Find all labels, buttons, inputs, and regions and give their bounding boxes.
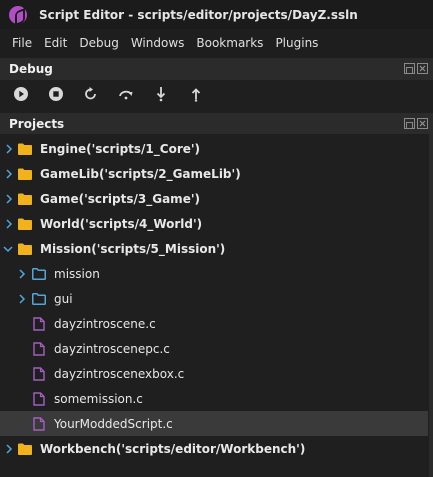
folder-icon [32,267,46,280]
menu-debug[interactable]: Debug [73,36,124,50]
tree-item-label: Mission('scripts/5_Mission') [40,241,226,256]
tree-item-label: somemission.c [54,391,143,406]
tree-item-file[interactable]: dayzintroscenexbox.c [0,361,428,386]
stop-icon[interactable] [47,85,65,103]
tree-item-file[interactable]: somemission.c [0,386,428,411]
projects-tree: Engine('scripts/1_Core') GameLib('script… [0,134,433,477]
chevron-right-icon[interactable] [4,443,14,454]
chevron-down-icon[interactable] [3,244,13,254]
tree-item-label: dayzintroscenexbox.c [54,366,185,381]
tree-item-mission-project[interactable]: Mission('scripts/5_Mission') [0,236,428,261]
chevron-right-icon[interactable] [4,218,14,229]
tree-item-label: World('scripts/4_World') [40,216,203,231]
script-file-icon [33,366,45,381]
tree-item-label: Engine('scripts/1_Core') [40,141,201,156]
script-editor-logo-icon [9,5,27,24]
menu-edit[interactable]: Edit [38,36,73,50]
tree-scrollbar[interactable] [429,134,433,477]
debug-toolbar [0,80,433,108]
script-file-icon [33,391,45,406]
script-file-icon [33,341,45,356]
debug-float-icon[interactable] [404,63,415,74]
menu-bar: File Edit Debug Windows Bookmarks Plugin… [0,29,433,57]
tree-item-engine[interactable]: Engine('scripts/1_Core') [0,136,428,161]
tree-item-label: dayzintroscenepc.c [54,341,170,356]
menu-bookmarks[interactable]: Bookmarks [190,36,269,50]
project-folder-icon [18,243,32,255]
tree-item-gamelib[interactable]: GameLib('scripts/2_GameLib') [0,161,428,186]
tree-item-label: YourModdedScript.c [54,416,173,431]
tree-item-workbench[interactable]: Workbench('scripts/editor/Workbench') [0,436,428,461]
project-folder-icon [18,218,32,230]
folder-icon [32,292,46,305]
project-folder-icon [18,193,32,205]
tree-item-label: dayzintroscene.c [54,316,156,331]
step-over-icon[interactable] [117,85,135,103]
step-out-icon[interactable] [187,85,205,103]
chevron-right-icon[interactable] [17,268,27,279]
tree-item-game[interactable]: Game('scripts/3_Game') [0,186,428,211]
play-icon[interactable] [12,85,30,103]
tree-item-label: Workbench('scripts/editor/Workbench') [40,441,306,456]
chevron-right-icon[interactable] [17,293,27,304]
debug-panel-title: Debug [9,62,53,76]
tree-item-file[interactable]: dayzintroscene.c [0,311,428,336]
title-bar: Script Editor - scripts/editor/projects/… [0,0,433,29]
restart-icon[interactable] [82,85,100,103]
project-folder-icon [18,168,32,180]
menu-windows[interactable]: Windows [125,36,191,50]
projects-panel-header: Projects [0,113,433,135]
project-folder-icon [18,143,32,155]
script-file-icon [33,316,45,331]
tree-item-label: gui [54,291,73,306]
tree-item-label: GameLib('scripts/2_GameLib') [40,166,241,181]
menu-plugins[interactable]: Plugins [269,36,324,50]
debug-close-icon[interactable] [417,63,428,74]
tree-item-gui-folder[interactable]: gui [0,286,428,311]
tree-item-label: mission [54,266,100,281]
chevron-right-icon[interactable] [4,193,14,204]
projects-close-icon[interactable] [417,118,428,129]
window-title: Script Editor - scripts/editor/projects/… [39,7,358,22]
projects-panel-title: Projects [9,117,65,131]
menu-file[interactable]: File [6,36,38,50]
tree-item-file[interactable]: dayzintroscenepc.c [0,336,428,361]
debug-panel-header: Debug [0,58,433,80]
tree-item-label: Game('scripts/3_Game') [40,191,200,206]
project-folder-icon [18,443,32,455]
chevron-right-icon[interactable] [4,143,14,154]
tree-item-world[interactable]: World('scripts/4_World') [0,211,428,236]
step-into-icon[interactable] [152,85,170,103]
script-file-icon [33,416,45,431]
chevron-right-icon[interactable] [4,168,14,179]
tree-item-mission-folder[interactable]: mission [0,261,428,286]
tree-item-file-selected[interactable]: YourModdedScript.c [0,411,428,436]
projects-float-icon[interactable] [404,118,415,129]
